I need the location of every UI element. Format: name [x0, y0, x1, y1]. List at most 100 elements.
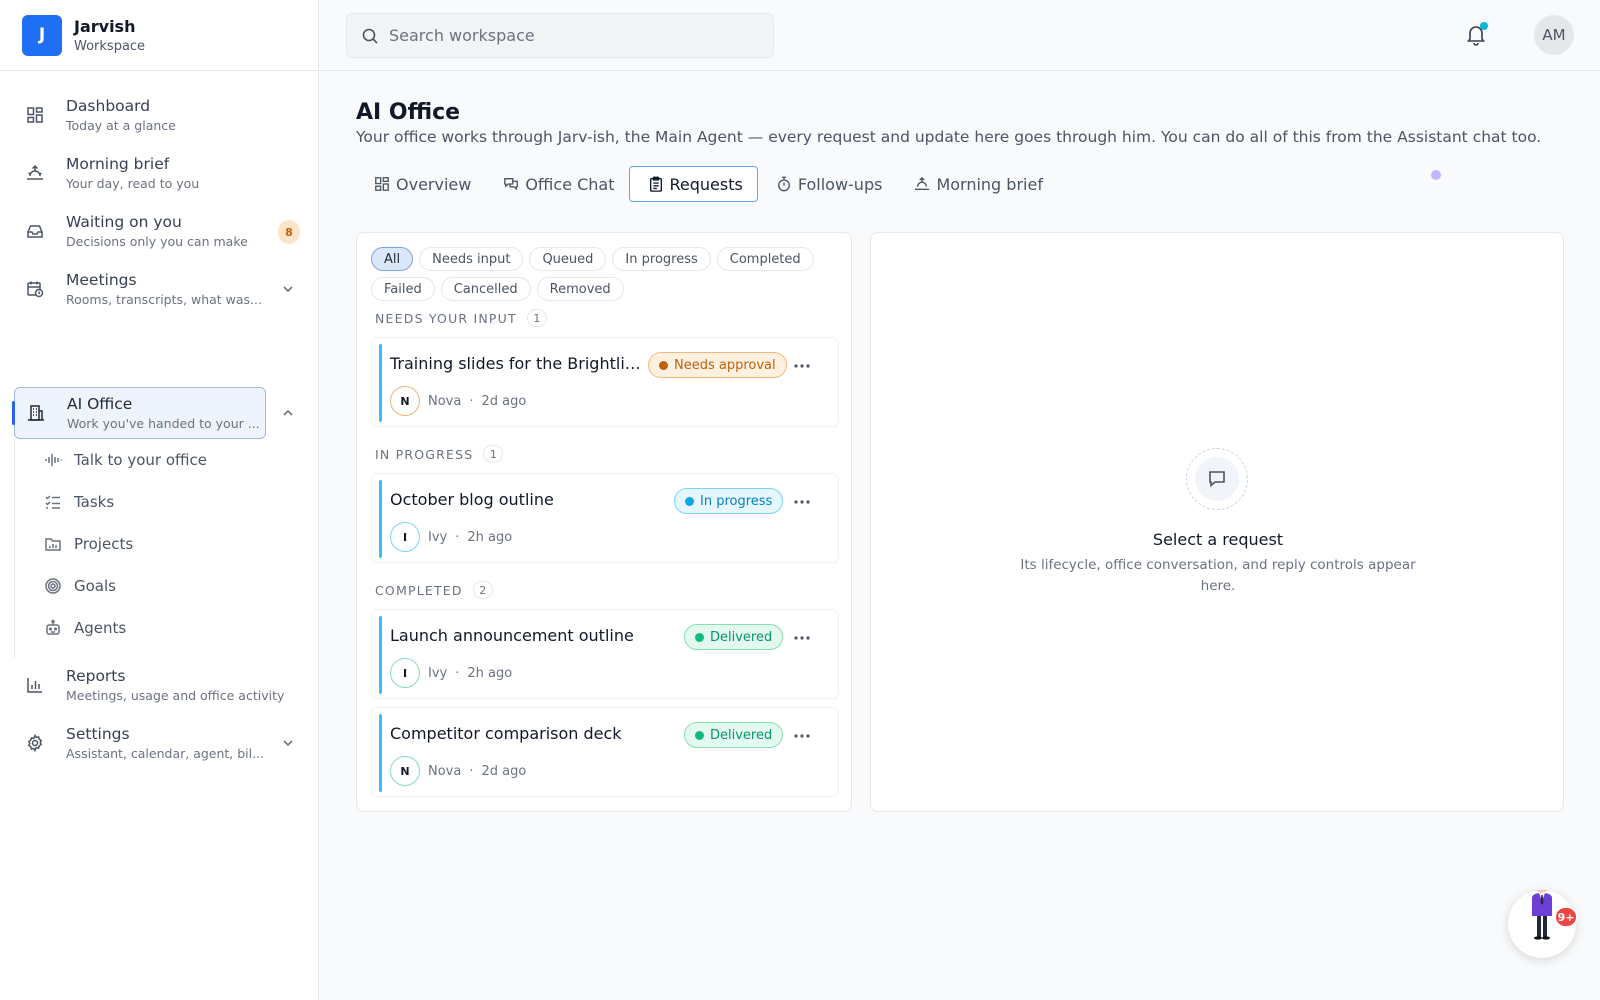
request-meta: Ivy · 2h ago	[428, 530, 513, 545]
sidebar-item-sub: Decisions only you can make	[66, 234, 248, 249]
page-description: Your office works through Jarv-ish, the …	[356, 128, 1542, 146]
brand-name: Jarvish	[74, 16, 136, 36]
request-title: Launch announcement outline	[390, 626, 634, 645]
filter-cancelled[interactable]: Cancelled	[440, 277, 531, 301]
search-input[interactable]	[389, 26, 749, 45]
empty-state-icon-ring	[1186, 448, 1248, 510]
tab-label: Office Chat	[525, 174, 615, 194]
search-box[interactable]	[346, 13, 774, 58]
agent-name: Nova	[428, 394, 462, 409]
filter-in-progress[interactable]: In progress	[612, 247, 711, 271]
sidebar-item-label: Morning brief	[66, 155, 170, 173]
subnav-talk-to-office[interactable]: Talk to your office	[44, 445, 207, 475]
status-label: Needs approval	[674, 357, 776, 373]
group-title: COMPLETED	[375, 582, 463, 598]
more-icon[interactable]	[792, 356, 812, 376]
subnav-goals[interactable]: Goals	[44, 571, 116, 601]
group-count: 1	[483, 445, 504, 463]
filter-queued[interactable]: Queued	[529, 247, 607, 271]
filter-all[interactable]: All	[371, 247, 414, 271]
request-item[interactable]: October blog outline In progress I Ivy · 2…	[371, 473, 839, 563]
sidebar-item-settings[interactable]: Settings Assistant, calendar, agent, bil…	[14, 717, 304, 769]
chevron-down-icon[interactable]	[280, 281, 296, 297]
sidebar-item-sub: Work you've handed to your ...	[67, 416, 260, 431]
tab-morning-brief[interactable]: Morning brief	[896, 166, 1057, 202]
chevron-up-icon[interactable]	[280, 405, 296, 421]
filter-removed[interactable]: Removed	[536, 277, 624, 301]
more-icon[interactable]	[792, 492, 812, 512]
request-item[interactable]: Training slides for the Brightline onboa…	[371, 337, 839, 427]
sidebar-item-reports[interactable]: Reports Meetings, usage and office activ…	[14, 659, 304, 711]
group-title: NEEDS YOUR INPUT	[375, 310, 517, 326]
tab-bar: Overview Office Chat Requests Follow-ups…	[356, 166, 1057, 202]
status-badge: Delivered	[684, 722, 784, 748]
status-dot	[695, 632, 704, 642]
status-dot	[695, 730, 704, 740]
status-badge: In progress	[674, 488, 784, 514]
group-count: 2	[472, 581, 493, 599]
tab-requests[interactable]: Requests	[628, 166, 758, 202]
subnav-tasks[interactable]: Tasks	[44, 487, 114, 517]
more-icon[interactable]	[792, 628, 812, 648]
avatar: I	[390, 658, 420, 688]
sidebar-item-morning-brief[interactable]: Morning brief Your day, read to you	[14, 147, 304, 199]
filter-needs-input[interactable]: Needs input	[419, 247, 524, 271]
request-item[interactable]: Launch announcement outline Delivered I …	[371, 609, 839, 699]
tab-label: Overview	[396, 174, 472, 194]
notification-dot	[1480, 22, 1488, 30]
sidebar-item-dashboard[interactable]: Dashboard Today at a glance	[14, 89, 304, 141]
request-time: 2h ago	[467, 530, 513, 545]
notifications-button[interactable]	[1466, 22, 1488, 46]
request-accent-bar	[379, 714, 382, 792]
bar-chart-icon	[24, 674, 46, 696]
avatar: N	[390, 386, 420, 416]
target-icon	[44, 577, 62, 595]
user-avatar[interactable]: AM	[1534, 15, 1574, 55]
request-item[interactable]: Competitor comparison deck Delivered N N…	[371, 707, 839, 797]
request-accent-bar	[379, 480, 382, 558]
brand[interactable]: J Jarvish Workspace	[0, 0, 318, 71]
sunrise-icon	[24, 162, 46, 184]
filter-completed[interactable]: Completed	[716, 247, 814, 271]
subnav-label: Talk to your office	[74, 451, 207, 469]
building-icon	[25, 402, 47, 424]
clipboard-icon	[648, 176, 664, 192]
search-icon	[361, 27, 379, 45]
tab-office-chat[interactable]: Office Chat	[485, 166, 628, 202]
tab-label: Requests	[669, 174, 743, 194]
request-accent-bar	[379, 344, 382, 422]
sidebar-item-meetings[interactable]: Meetings Rooms, transcripts, what was...	[14, 263, 304, 315]
empty-state-description: Its lifecycle, office conversation, and …	[1020, 557, 1416, 594]
requests-list-panel: All Needs input Queued In progress Compl…	[356, 232, 852, 812]
sidebar-item-label: AI Office	[67, 395, 133, 413]
avatar: N	[390, 756, 420, 786]
more-icon[interactable]	[792, 726, 812, 746]
tab-label: Follow-ups	[797, 174, 883, 194]
status-badge: Needs approval	[648, 352, 787, 378]
agent-name: Ivy	[428, 530, 448, 545]
sunrise-icon	[914, 176, 930, 192]
tab-follow-ups[interactable]: Follow-ups	[758, 166, 897, 202]
request-time: 2d ago	[481, 394, 527, 409]
grid-icon	[374, 176, 390, 192]
request-accent-bar	[379, 616, 382, 694]
waiting-count-badge: 8	[278, 220, 300, 244]
request-meta: Nova · 2d ago	[428, 764, 527, 779]
subnav-agents[interactable]: Agents	[44, 613, 126, 643]
active-indicator	[12, 401, 15, 425]
request-time: 2h ago	[467, 666, 513, 681]
group-heading: NEEDS YOUR INPUT 1	[375, 309, 547, 327]
status-label: In progress	[700, 493, 773, 509]
sidebar-item-waiting-on-you[interactable]: Waiting on you Decisions only you can ma…	[14, 205, 304, 257]
subnav-label: Agents	[74, 619, 127, 637]
sidebar-item-ai-office[interactable]: AI Office Work you've handed to your ...	[14, 387, 266, 439]
subnav-projects[interactable]: Projects	[44, 529, 133, 559]
tab-overview[interactable]: Overview	[356, 166, 485, 202]
group-count: 1	[526, 309, 547, 327]
filter-failed[interactable]: Failed	[371, 277, 435, 301]
sidebar-item-label: Dashboard	[66, 97, 151, 115]
sidebar-item-label: Settings	[66, 725, 130, 743]
request-title: October blog outline	[390, 490, 554, 509]
sidebar-item-label: Meetings	[66, 271, 137, 289]
chevron-down-icon[interactable]	[280, 735, 296, 751]
